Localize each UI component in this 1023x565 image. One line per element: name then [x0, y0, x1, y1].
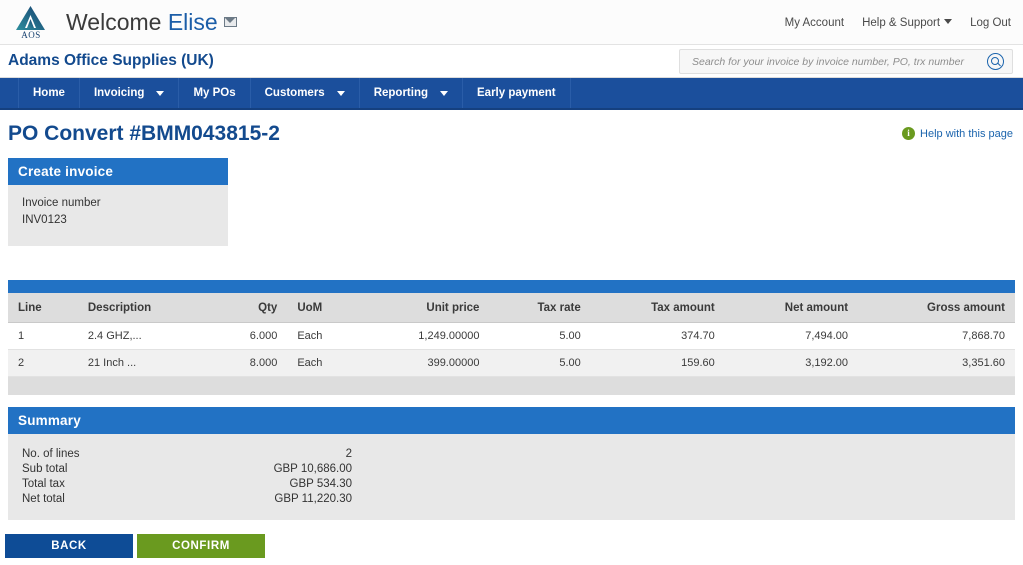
- table-row[interactable]: 2 21 Inch ... 8.000 Each 399.00000 5.00 …: [8, 349, 1015, 378]
- column-header-net-amount[interactable]: Net amount: [724, 293, 859, 324]
- nav-item-home[interactable]: Home: [18, 78, 80, 108]
- summary-header: Summary: [8, 407, 1015, 435]
- cell-unit-price: 399.00000: [359, 349, 490, 378]
- svg-text:AOS: AOS: [21, 30, 41, 40]
- nav-label-reporting: Reporting: [373, 87, 429, 99]
- help-with-page-label: Help with this page: [920, 127, 1013, 140]
- confirm-button[interactable]: CONFIRM: [137, 534, 265, 559]
- cell-qty: 8.000: [211, 349, 288, 378]
- nav-label-home: Home: [33, 87, 65, 99]
- welcome-prefix: Welcome: [66, 8, 162, 35]
- table-header-row: Line Description Qty UoM Unit price Tax …: [8, 293, 1015, 324]
- invoice-lines-footer-spacer: [8, 377, 1015, 396]
- top-header: AOS Welcome Elise My Account Help & Supp…: [0, 0, 1023, 45]
- summary-value-no-of-lines: 2: [345, 447, 352, 460]
- nav-label-invoicing: Invoicing: [93, 87, 145, 99]
- chevron-down-icon: [336, 90, 345, 96]
- my-account-label: My Account: [784, 16, 845, 29]
- nav-item-customers[interactable]: Customers: [251, 78, 360, 108]
- my-account-link[interactable]: My Account: [785, 17, 844, 29]
- invoice-number-label: Invoice number: [22, 197, 101, 209]
- column-header-unit-price[interactable]: Unit price: [359, 293, 490, 324]
- create-invoice-body: Invoice number INV0123: [8, 185, 228, 247]
- welcome-message: Welcome Elise: [66, 9, 237, 36]
- cell-tax-rate: 5.00: [489, 322, 591, 351]
- nav-item-invoicing[interactable]: Invoicing: [80, 78, 180, 108]
- chevron-down-icon: [156, 90, 165, 96]
- summary-row-total-tax: Total tax GBP 534.30: [22, 476, 352, 491]
- chevron-down-icon: [440, 90, 449, 96]
- column-header-line[interactable]: Line: [8, 293, 78, 324]
- page-title: PO Convert #BMM043815-2: [8, 122, 280, 145]
- column-header-qty[interactable]: Qty: [211, 293, 288, 324]
- search-box[interactable]: Search for your invoice by invoice numbe…: [679, 49, 1013, 74]
- cell-gross-amount: 7,868.70: [858, 322, 1015, 351]
- summary-table: No. of lines 2 Sub total GBP 10,686.00 T…: [22, 446, 352, 506]
- company-bar: Adams Office Supplies (UK) Search for yo…: [0, 45, 1023, 78]
- invoice-lines-section: Line Description Qty UoM Unit price Tax …: [8, 280, 1015, 396]
- column-header-gross-amount[interactable]: Gross amount: [858, 293, 1015, 324]
- summary-value-net-total: GBP 11,220.30: [274, 492, 352, 505]
- cell-net-amount: 7,494.00: [724, 322, 859, 351]
- cell-qty: 6.000: [211, 322, 288, 351]
- help-with-page-link[interactable]: i Help with this page: [902, 127, 1013, 140]
- header-links: My Account Help & Support Log Out: [785, 0, 1011, 45]
- page-title-row: PO Convert #BMM043815-2 i Help with this…: [0, 110, 1023, 158]
- nav-label-my-pos: My POs: [193, 87, 236, 99]
- summary-section: Summary No. of lines 2 Sub total GBP 10,…: [8, 407, 1015, 521]
- summary-body: No. of lines 2 Sub total GBP 10,686.00 T…: [8, 434, 1015, 521]
- nav-item-reporting[interactable]: Reporting: [360, 78, 464, 108]
- back-button[interactable]: BACK: [5, 534, 133, 559]
- log-out-label: Log Out: [970, 16, 1011, 29]
- search-input[interactable]: Search for your invoice by invoice numbe…: [692, 56, 987, 68]
- info-icon: i: [902, 127, 916, 140]
- invoice-lines-table: Line Description Qty UoM Unit price Tax …: [8, 293, 1015, 378]
- summary-row-no-of-lines: No. of lines 2: [22, 446, 352, 461]
- help-support-label: Help & Support: [862, 16, 941, 29]
- company-name: Adams Office Supplies (UK): [8, 52, 214, 69]
- cell-tax-amount: 159.60: [590, 349, 725, 378]
- column-header-tax-rate[interactable]: Tax rate: [489, 293, 591, 324]
- cell-description: 2.4 GHZ,...: [77, 322, 212, 351]
- summary-value-total-tax: GBP 534.30: [289, 477, 352, 490]
- create-invoice-header: Create invoice: [8, 158, 228, 185]
- column-header-uom[interactable]: UoM: [287, 293, 360, 324]
- nav-item-early-payment[interactable]: Early payment: [463, 78, 571, 108]
- invoice-number-value: INV0123: [22, 213, 67, 226]
- create-invoice-panel: Create invoice Invoice number INV0123: [8, 158, 228, 247]
- cell-line: 2: [8, 349, 78, 378]
- aos-logo[interactable]: AOS: [6, 1, 56, 43]
- cell-tax-amount: 374.70: [590, 322, 725, 351]
- summary-row-net-total: Net total GBP 11,220.30: [22, 491, 352, 506]
- summary-label-total-tax: Total tax: [22, 477, 65, 490]
- table-row[interactable]: 1 2.4 GHZ,... 6.000 Each 1,249.00000 5.0…: [8, 322, 1015, 351]
- cell-line: 1: [8, 322, 78, 351]
- column-header-description[interactable]: Description: [77, 293, 212, 324]
- nav-label-customers: Customers: [264, 87, 325, 99]
- summary-label-sub-total: Sub total: [22, 462, 68, 475]
- help-support-menu[interactable]: Help & Support: [862, 16, 953, 29]
- cell-uom: Each: [287, 322, 360, 351]
- action-button-row: BACK CONFIRM: [5, 534, 1023, 559]
- chevron-down-icon: [944, 18, 953, 24]
- column-header-tax-amount[interactable]: Tax amount: [590, 293, 725, 324]
- main-navigation: Home Invoicing My POs Customers Reportin…: [0, 78, 1023, 110]
- search-icon[interactable]: [987, 53, 1004, 70]
- nav-label-early-payment: Early payment: [477, 87, 556, 99]
- summary-value-sub-total: GBP 10,686.00: [273, 462, 352, 475]
- cell-unit-price: 1,249.00000: [359, 322, 490, 351]
- summary-label-net-total: Net total: [22, 492, 65, 505]
- invoice-lines-header-strip: [8, 280, 1015, 294]
- summary-label-no-of-lines: No. of lines: [22, 447, 80, 460]
- log-out-link[interactable]: Log Out: [970, 17, 1011, 29]
- cell-description: 21 Inch ...: [77, 349, 212, 378]
- cell-net-amount: 3,192.00: [724, 349, 859, 378]
- envelope-icon[interactable]: [223, 16, 237, 27]
- summary-row-sub-total: Sub total GBP 10,686.00: [22, 461, 352, 476]
- nav-item-my-pos[interactable]: My POs: [179, 78, 251, 108]
- cell-tax-rate: 5.00: [489, 349, 591, 378]
- cell-uom: Each: [287, 349, 360, 378]
- user-name: Elise: [167, 8, 218, 35]
- cell-gross-amount: 3,351.60: [858, 349, 1015, 378]
